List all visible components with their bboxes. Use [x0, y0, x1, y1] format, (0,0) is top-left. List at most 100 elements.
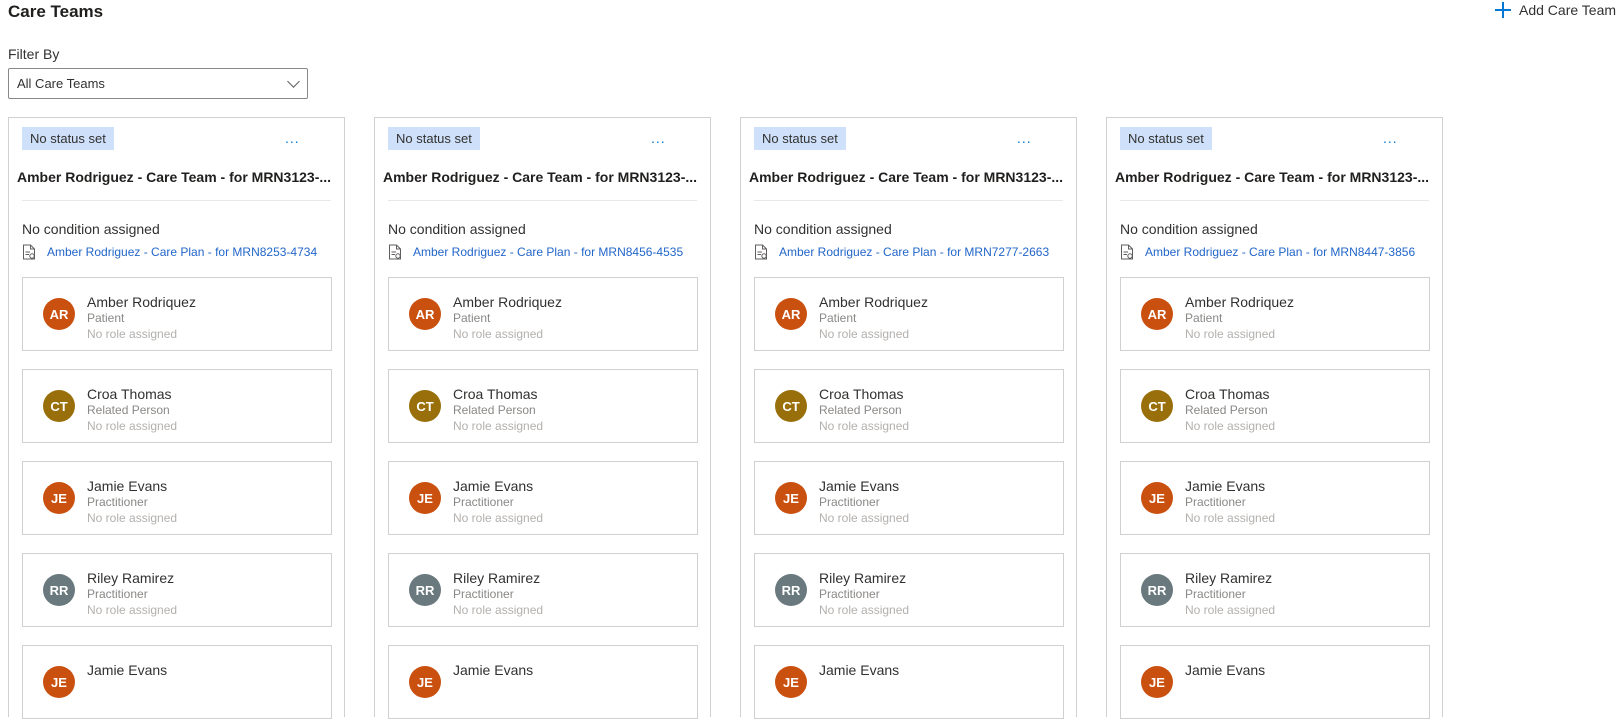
member-card[interactable]: CT Croa Thomas Related Person No role as…	[388, 369, 698, 443]
member-type: Patient	[1185, 311, 1223, 325]
member-card[interactable]: CT Croa Thomas Related Person No role as…	[754, 369, 1064, 443]
condition-text: No condition assigned	[754, 221, 892, 237]
condition-text: No condition assigned	[22, 221, 160, 237]
avatar: JE	[43, 482, 75, 514]
member-card[interactable]: AR Amber Rodriquez Patient No role assig…	[1120, 277, 1430, 351]
member-role: No role assigned	[87, 603, 178, 617]
condition-text: No condition assigned	[388, 221, 526, 237]
plus-icon	[1495, 2, 1511, 18]
add-care-team-label: Add Care Team	[1519, 2, 1617, 18]
member-type: Practitioner	[453, 587, 514, 601]
member-role: No role assigned	[87, 327, 178, 341]
member-name: Jamie Evans	[453, 478, 534, 494]
care-team-title[interactable]: Amber Rodriguez - Care Team - for MRN312…	[383, 169, 705, 185]
member-name: Croa Thomas	[819, 386, 904, 402]
member-type: Practitioner	[1185, 587, 1246, 601]
member-role: No role assigned	[819, 327, 910, 341]
avatar: JE	[1141, 666, 1173, 698]
care-plan-icon	[1121, 244, 1133, 260]
member-name: Jamie Evans	[1185, 478, 1266, 494]
care-plan-row: Amber Rodriguez - Care Plan - for MRN844…	[1120, 244, 1415, 260]
status-badge[interactable]: No status set	[388, 127, 480, 150]
member-name: Jamie Evans	[453, 662, 534, 678]
care-plan-link[interactable]: Amber Rodriguez - Care Plan - for MRN844…	[1145, 245, 1415, 259]
member-type: Practitioner	[87, 495, 148, 509]
care-team-title[interactable]: Amber Rodriguez - Care Team - for MRN312…	[1115, 169, 1437, 185]
member-card[interactable]: JE Jamie Evans	[22, 645, 332, 719]
more-options-button[interactable]: ...	[285, 130, 300, 146]
care-plan-icon	[755, 244, 767, 260]
member-card[interactable]: AR Amber Rodriquez Patient No role assig…	[388, 277, 698, 351]
member-type: Patient	[453, 311, 491, 325]
divider	[388, 200, 697, 201]
page-title: Care Teams	[8, 2, 104, 21]
divider	[22, 200, 331, 201]
care-team-card: No status set ... Amber Rodriguez - Care…	[374, 117, 711, 719]
filter-value: All Care Teams	[17, 76, 105, 91]
more-options-button[interactable]: ...	[1383, 130, 1398, 146]
divider	[754, 200, 1063, 201]
member-card[interactable]: JE Jamie Evans Practitioner No role assi…	[22, 461, 332, 535]
member-name: Riley Ramirez	[819, 570, 907, 586]
status-badge[interactable]: No status set	[22, 127, 114, 150]
avatar: RR	[43, 574, 75, 606]
add-care-team-button[interactable]: Add Care Team	[1495, 2, 1616, 18]
care-team-title[interactable]: Amber Rodriguez - Care Team - for MRN312…	[749, 169, 1071, 185]
member-card[interactable]: RR Riley Ramirez Practitioner No role as…	[1120, 553, 1430, 627]
care-plan-row: Amber Rodriguez - Care Plan - for MRN825…	[22, 244, 317, 260]
status-badge[interactable]: No status set	[754, 127, 846, 150]
member-name: Riley Ramirez	[1185, 570, 1273, 586]
member-type: Related Person	[819, 403, 902, 417]
avatar: CT	[1141, 390, 1173, 422]
filter-dropdown[interactable]: All Care Teams	[8, 68, 308, 99]
member-role: No role assigned	[453, 327, 544, 341]
member-type: Practitioner	[819, 587, 880, 601]
member-name: Riley Ramirez	[453, 570, 541, 586]
member-card[interactable]: RR Riley Ramirez Practitioner No role as…	[22, 553, 332, 627]
avatar: CT	[43, 390, 75, 422]
member-name: Jamie Evans	[87, 662, 168, 678]
member-card[interactable]: RR Riley Ramirez Practitioner No role as…	[754, 553, 1064, 627]
member-role: No role assigned	[819, 511, 910, 525]
member-type: Related Person	[87, 403, 170, 417]
member-role: No role assigned	[819, 419, 910, 433]
care-team-columns: No status set ... Amber Rodriguez - Care…	[8, 117, 1443, 719]
filter-label: Filter By	[8, 46, 60, 62]
avatar: JE	[1141, 482, 1173, 514]
member-card[interactable]: AR Amber Rodriquez Patient No role assig…	[22, 277, 332, 351]
member-name: Jamie Evans	[819, 662, 900, 678]
condition-text: No condition assigned	[1120, 221, 1258, 237]
member-card[interactable]: JE Jamie Evans	[1120, 645, 1430, 719]
member-name: Riley Ramirez	[87, 570, 175, 586]
care-team-card: No status set ... Amber Rodriguez - Care…	[740, 117, 1077, 719]
care-plan-link[interactable]: Amber Rodriguez - Care Plan - for MRN727…	[779, 245, 1049, 259]
member-role: No role assigned	[1185, 327, 1276, 341]
member-card[interactable]: JE Jamie Evans Practitioner No role assi…	[1120, 461, 1430, 535]
more-options-button[interactable]: ...	[1017, 130, 1032, 146]
member-card[interactable]: JE Jamie Evans	[388, 645, 698, 719]
member-card[interactable]: CT Croa Thomas Related Person No role as…	[22, 369, 332, 443]
member-card[interactable]: JE Jamie Evans Practitioner No role assi…	[388, 461, 698, 535]
member-role: No role assigned	[453, 603, 544, 617]
care-team-card: No status set ... Amber Rodriguez - Care…	[8, 117, 345, 719]
more-options-button[interactable]: ...	[651, 130, 666, 146]
member-card[interactable]: JE Jamie Evans	[754, 645, 1064, 719]
status-badge[interactable]: No status set	[1120, 127, 1212, 150]
care-plan-icon	[389, 244, 401, 260]
care-plan-link[interactable]: Amber Rodriguez - Care Plan - for MRN825…	[47, 245, 317, 259]
member-card[interactable]: JE Jamie Evans Practitioner No role assi…	[754, 461, 1064, 535]
care-plan-link[interactable]: Amber Rodriguez - Care Plan - for MRN845…	[413, 245, 683, 259]
member-role: No role assigned	[87, 419, 178, 433]
member-role: No role assigned	[87, 511, 178, 525]
member-name: Jamie Evans	[1185, 662, 1266, 678]
avatar: RR	[409, 574, 441, 606]
divider	[1120, 200, 1429, 201]
member-card[interactable]: RR Riley Ramirez Practitioner No role as…	[388, 553, 698, 627]
avatar: AR	[775, 298, 807, 330]
member-type: Related Person	[1185, 403, 1268, 417]
care-team-title[interactable]: Amber Rodriguez - Care Team - for MRN312…	[17, 169, 339, 185]
avatar: AR	[1141, 298, 1173, 330]
member-card[interactable]: CT Croa Thomas Related Person No role as…	[1120, 369, 1430, 443]
member-name: Jamie Evans	[819, 478, 900, 494]
member-card[interactable]: AR Amber Rodriquez Patient No role assig…	[754, 277, 1064, 351]
